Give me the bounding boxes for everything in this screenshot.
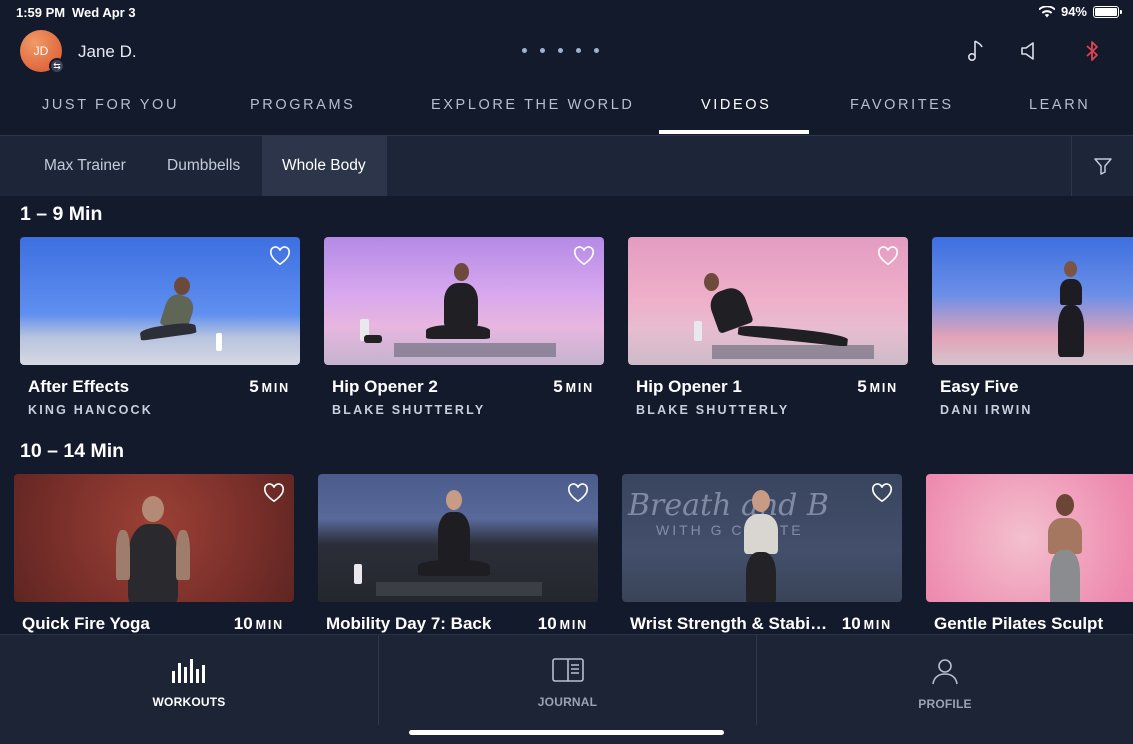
user-name[interactable]: Jane D. <box>78 42 137 62</box>
favorite-heart-icon[interactable] <box>263 483 285 503</box>
video-card[interactable]: Gentle Pilates Sculpt <box>926 474 1133 633</box>
video-duration: 10 MIN <box>842 614 892 634</box>
video-thumbnail[interactable] <box>926 474 1133 602</box>
duration-unit: MIN <box>869 381 898 395</box>
status-date: Wed Apr 3 <box>72 5 136 20</box>
favorite-heart-icon[interactable] <box>877 246 899 266</box>
status-time: 1:59 PM <box>16 5 66 20</box>
battery-icon <box>1093 5 1122 18</box>
tab-label: WORKOUTS <box>152 695 226 709</box>
music-note-icon[interactable] <box>964 38 988 64</box>
thumbnail-overlay-text: Breath and B <box>628 488 829 523</box>
video-title: Mobility Day 7: Back <box>326 614 492 633</box>
avatar[interactable]: JD ⇆ <box>20 30 65 74</box>
tab-profile[interactable]: PROFILE <box>757 635 1133 725</box>
active-tab-indicator <box>659 130 809 134</box>
video-title: Hip Opener 1 <box>636 377 742 396</box>
video-title: Hip Opener 2 <box>332 377 438 396</box>
duration-unit: MIN <box>559 618 588 632</box>
tab-explore-the-world[interactable]: EXPLORE THE WORLD <box>431 97 634 113</box>
video-card[interactable]: Easy Five DANI IRWIN <box>932 237 1133 417</box>
video-duration: 10 MIN <box>234 614 284 634</box>
video-duration: 5 MIN <box>553 377 594 397</box>
video-thumbnail[interactable]: Breath and B WITH G CULATE <box>622 474 902 602</box>
workouts-bars-icon <box>172 659 205 683</box>
video-title: Wrist Strength & Stabil... <box>630 614 828 633</box>
video-thumbnail[interactable] <box>324 237 604 365</box>
profile-icon <box>932 659 958 685</box>
status-bar: 1:59 PM Wed Apr 3 94% <box>0 0 1133 24</box>
video-card[interactable]: Mobility Day 7: Back 10 MIN <box>318 474 598 633</box>
avatar-initials: JD <box>33 44 49 58</box>
journal-icon <box>551 658 584 682</box>
chip-max-trainer[interactable]: Max Trainer <box>24 136 146 196</box>
video-title: After Effects <box>28 377 130 396</box>
coach-name: KING HANCOCK <box>28 403 154 417</box>
tab-just-for-you[interactable]: JUST FOR YOU <box>42 97 179 113</box>
video-row: After Effects 5 MIN KING HANCOCK Hip Open… <box>0 237 1133 427</box>
video-thumbnail[interactable] <box>20 237 300 365</box>
coach-name: BLAKE SHUTTERLY <box>636 403 790 417</box>
duration-unit: MIN <box>255 618 284 632</box>
duration-unit: MIN <box>565 381 594 395</box>
equipment-filter-bar: Max Trainer Dumbbells Whole Body <box>0 136 1133 196</box>
video-duration: 10 MIN <box>538 614 588 634</box>
tab-learn[interactable]: LEARN <box>1029 97 1090 113</box>
tab-label: JOURNAL <box>537 695 598 709</box>
video-thumbnail[interactable] <box>932 237 1133 365</box>
chip-dumbbells[interactable]: Dumbbells <box>147 136 260 196</box>
chip-whole-body[interactable]: Whole Body <box>262 136 387 196</box>
status-right: 94% <box>1038 4 1122 19</box>
section-title: 1 – 9 Min <box>20 203 103 225</box>
video-card[interactable]: After Effects 5 MIN KING HANCOCK <box>20 237 300 417</box>
video-card[interactable]: Quick Fire Yoga 10 MIN <box>14 474 294 633</box>
favorite-heart-icon[interactable] <box>573 246 595 266</box>
bottom-tab-bar: WORKOUTS JOURNAL PROFILE <box>0 634 1133 744</box>
video-duration: 5 MIN <box>857 377 898 397</box>
duration-value: 10 <box>233 614 253 633</box>
filter-button[interactable] <box>1071 136 1133 196</box>
switch-user-icon: ⇆ <box>49 58 65 74</box>
bluetooth-icon[interactable] <box>1080 38 1104 64</box>
video-thumbnail[interactable] <box>14 474 294 602</box>
duration-unit: MIN <box>863 618 892 632</box>
video-thumbnail[interactable] <box>628 237 908 365</box>
wifi-icon <box>1038 5 1055 17</box>
duration-value: 10 <box>841 614 861 633</box>
coach-name: DANI IRWIN <box>940 403 1033 417</box>
video-thumbnail[interactable] <box>318 474 598 602</box>
video-title: Gentle Pilates Sculpt <box>934 614 1104 633</box>
tab-workouts[interactable]: WORKOUTS <box>0 635 378 725</box>
video-card[interactable]: Breath and B WITH G CULATE Wrist Strengt… <box>622 474 902 633</box>
favorite-heart-icon[interactable] <box>269 246 291 266</box>
video-duration: 5 MIN <box>249 377 290 397</box>
tab-journal[interactable]: JOURNAL <box>379 635 756 725</box>
video-row: Quick Fire Yoga 10 MIN Mobility Day 7: Ba… <box>0 474 1133 634</box>
video-title: Easy Five <box>940 377 1019 396</box>
battery-percent: 94% <box>1060 4 1087 19</box>
video-card[interactable]: Hip Opener 2 5 MIN BLAKE SHUTTERLY <box>324 237 604 417</box>
duration-value: 5 <box>249 377 259 396</box>
duration-value: 10 <box>537 614 557 633</box>
duration-value: 5 <box>857 377 867 396</box>
favorite-heart-icon[interactable] <box>871 483 893 503</box>
section-title: 10 – 14 Min <box>20 440 125 462</box>
tab-favorites[interactable]: FAVORITES <box>850 97 954 113</box>
video-title: Quick Fire Yoga <box>22 614 150 633</box>
tab-programs[interactable]: PROGRAMS <box>250 97 355 113</box>
coach-name: BLAKE SHUTTERLY <box>332 403 486 417</box>
main-nav: JUST FOR YOU PROGRAMS EXPLORE THE WORLD … <box>0 88 1133 136</box>
duration-value: 5 <box>553 377 563 396</box>
favorite-heart-icon[interactable] <box>567 483 589 503</box>
thumbnail-overlay-subtext: WITH G CULATE <box>656 522 804 538</box>
home-indicator[interactable] <box>409 730 724 735</box>
filter-icon <box>1093 158 1112 175</box>
tab-videos[interactable]: VIDEOS <box>701 97 771 113</box>
video-card[interactable]: Hip Opener 1 5 MIN BLAKE SHUTTERLY <box>628 237 908 417</box>
page-dots[interactable] <box>522 48 599 53</box>
speaker-icon[interactable] <box>1017 38 1041 64</box>
tab-label: PROFILE <box>918 697 972 711</box>
duration-unit: MIN <box>261 381 290 395</box>
